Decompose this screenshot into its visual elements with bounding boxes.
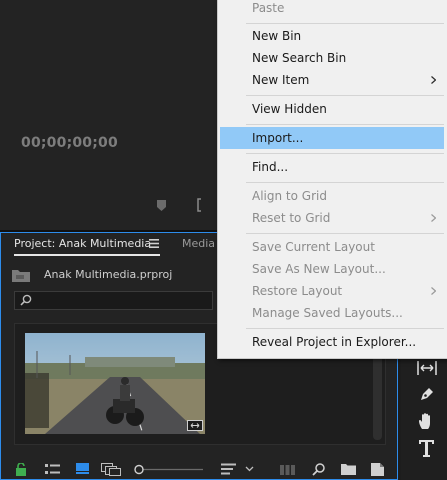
search-icon <box>20 294 32 306</box>
menu-item-manage-saved-layouts[interactable]: Manage Saved Layouts... <box>252 305 403 321</box>
freeform-view-icon[interactable] <box>101 463 121 476</box>
menu-item-find[interactable]: Find... <box>252 159 288 175</box>
tab-media-browser[interactable]: Media <box>182 237 215 250</box>
new-item-icon[interactable] <box>371 463 384 476</box>
mark-in-icon[interactable] <box>196 198 202 212</box>
panel-menu-icon[interactable] <box>149 239 159 248</box>
menu-item-view-hidden[interactable]: View Hidden <box>252 101 327 117</box>
menu-item-save-current-layout[interactable]: Save Current Layout <box>252 239 375 255</box>
marker-icon[interactable] <box>157 200 166 211</box>
lock-icon[interactable] <box>15 463 27 476</box>
menu-item-paste[interactable]: Paste <box>252 0 284 16</box>
timecode-display[interactable]: 00;00;00;00 <box>21 135 118 151</box>
menu-separator <box>246 23 444 24</box>
active-tab-underline <box>14 254 160 256</box>
new-bin-icon[interactable] <box>341 463 356 475</box>
menu-item-import[interactable]: Import... <box>252 130 303 146</box>
icon-view-icon[interactable] <box>76 463 89 474</box>
menu-item-restore-layout[interactable]: Restore Layout <box>252 283 342 299</box>
list-view-icon[interactable] <box>45 463 60 475</box>
menu-separator <box>246 182 444 183</box>
find-icon[interactable] <box>312 463 325 476</box>
type-icon[interactable] <box>419 440 434 457</box>
submenu-arrow-icon <box>431 214 436 222</box>
menu-item-reset-to-grid[interactable]: Reset to Grid <box>252 210 330 226</box>
menu-item-new-item[interactable]: New Item <box>252 72 309 88</box>
submenu-arrow-icon <box>431 76 436 84</box>
chevron-down-icon[interactable] <box>245 463 254 475</box>
search-input[interactable] <box>14 291 213 310</box>
menu-item-save-as-new-layout[interactable]: Save As New Layout... <box>252 261 386 277</box>
submenu-arrow-icon <box>431 287 436 295</box>
menu-separator <box>246 124 444 125</box>
context-menu: Paste New Bin New Search Bin New Item Vi… <box>217 0 447 359</box>
menu-item-new-search-bin[interactable]: New Search Bin <box>252 50 346 66</box>
menu-item-new-bin[interactable]: New Bin <box>252 28 301 44</box>
clip-badge-icon <box>187 420 203 431</box>
automate-icon[interactable] <box>280 463 295 475</box>
menu-separator <box>246 95 444 96</box>
clip-thumbnail[interactable] <box>25 333 205 434</box>
menu-separator <box>246 233 444 234</box>
sort-icon[interactable] <box>221 463 236 475</box>
menu-separator <box>246 328 444 329</box>
menu-item-reveal-project[interactable]: Reveal Project in Explorer... <box>252 334 416 350</box>
menu-item-align-to-grid[interactable]: Align to Grid <box>252 188 327 204</box>
ripple-edit-icon[interactable] <box>417 360 437 376</box>
menu-separator <box>246 153 444 154</box>
pen-icon[interactable] <box>419 386 435 402</box>
zoom-slider[interactable] <box>133 463 203 476</box>
project-file-name: Anak Multimedia.prproj <box>44 268 173 281</box>
project-folder-icon <box>12 270 30 282</box>
hand-icon[interactable] <box>418 412 435 430</box>
tab-project[interactable]: Project: Anak Multimedia <box>14 237 151 250</box>
